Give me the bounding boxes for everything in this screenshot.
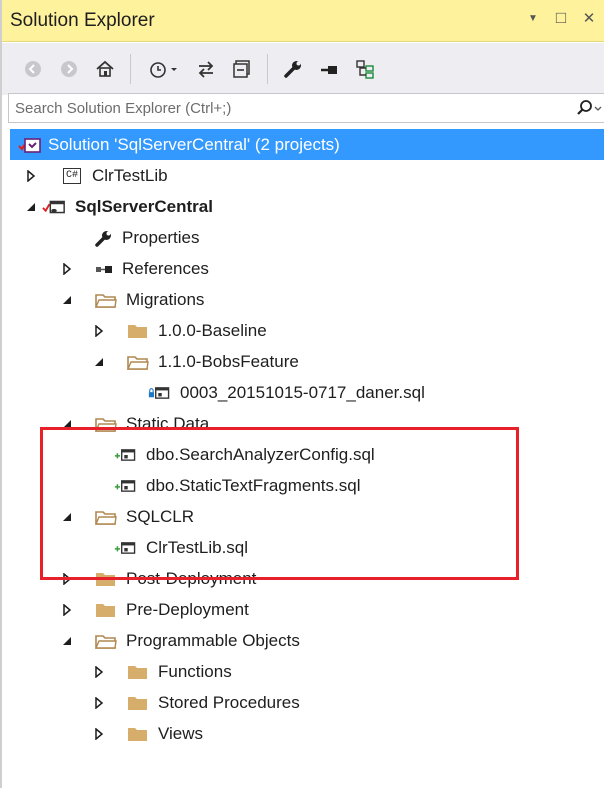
window-controls: ▼ □ ✕ xyxy=(524,8,598,27)
tree-item-label: ClrTestLib xyxy=(92,165,168,185)
tree-item-views[interactable]: Views xyxy=(2,718,604,749)
tree-item-solution[interactable]: Solution 'SqlServerCentral' (2 projects) xyxy=(10,129,604,160)
collapse-arrow-icon[interactable] xyxy=(24,200,38,214)
expand-arrow-icon[interactable] xyxy=(60,603,74,617)
tree-item-label: Programmable Objects xyxy=(126,630,300,650)
folder-icon xyxy=(126,724,150,744)
tree-item-sqlclr[interactable]: SQLCLR xyxy=(2,501,604,532)
tree-item-bobsfeature[interactable]: 1.1.0-BobsFeature xyxy=(2,346,604,377)
tree-item-label: 1.0.0-Baseline xyxy=(158,320,267,340)
search-icon[interactable] xyxy=(571,94,604,122)
csharp-project-icon: C# xyxy=(60,166,84,186)
tree-item-label: ClrTestLib.sql xyxy=(146,537,249,557)
title-bar: Solution Explorer ▼ □ ✕ xyxy=(2,0,604,42)
dropdown-icon[interactable]: ▼ xyxy=(524,9,542,27)
solution-explorer-panel: Solution Explorer ▼ □ ✕ Search Solution … xyxy=(0,0,604,788)
collapse-arrow-icon[interactable] xyxy=(60,417,74,431)
toolbar-separator xyxy=(130,54,131,84)
tree-item-functions[interactable]: Functions xyxy=(2,656,604,687)
expand-arrow-icon[interactable] xyxy=(24,169,38,183)
tree-item-pre-deployment[interactable]: Pre-Deployment xyxy=(2,594,604,625)
home-icon[interactable] xyxy=(88,52,122,86)
folder-icon xyxy=(94,600,118,620)
tree-item-static-data[interactable]: Static Data xyxy=(2,408,604,439)
locked-sql-file-icon xyxy=(148,383,172,403)
toolbar-separator xyxy=(267,54,268,84)
tree-item-label: Properties xyxy=(122,227,200,247)
tree-item-static-text-fragments[interactable]: dbo.StaticTextFragments.sql xyxy=(2,470,604,501)
search-box xyxy=(8,93,604,123)
tree-item-label: SqlServerCentral xyxy=(75,196,213,216)
added-sql-file-icon xyxy=(114,476,138,496)
properties-wrench-icon[interactable] xyxy=(276,52,310,86)
tree-item-migrations[interactable]: Migrations xyxy=(2,284,604,315)
references-icon xyxy=(92,259,116,279)
collapse-arrow-icon[interactable] xyxy=(92,355,106,369)
tree-item-label: dbo.StaticTextFragments.sql xyxy=(146,475,361,495)
tree-item-migration-file[interactable]: 0003_20151015-0717_daner.sql xyxy=(2,377,604,408)
tree-item-label: 1.1.0-BobsFeature xyxy=(158,351,299,371)
pending-changes-icon[interactable] xyxy=(312,52,346,86)
sync-icon[interactable] xyxy=(189,52,223,86)
tree-item-sqlservercentral-project[interactable]: SqlServerCentral xyxy=(2,191,604,222)
expand-arrow-icon[interactable] xyxy=(92,324,106,338)
folder-icon xyxy=(94,569,118,589)
folder-open-icon xyxy=(94,414,118,434)
folder-open-icon xyxy=(94,507,118,527)
tree-item-label: dbo.SearchAnalyzerConfig.sql xyxy=(146,444,375,464)
folder-icon xyxy=(126,321,150,341)
tree-item-clrtestlib-project[interactable]: C# ClrTestLib xyxy=(2,160,604,191)
tree-item-post-deployment[interactable]: Post-Deployment xyxy=(2,563,604,594)
tree-item-label: Migrations xyxy=(126,289,205,309)
tree-item-baseline[interactable]: 1.0.0-Baseline xyxy=(2,315,604,346)
expand-arrow-icon[interactable] xyxy=(60,262,74,276)
show-all-files-icon[interactable] xyxy=(348,52,382,86)
tree-item-label: Stored Procedures xyxy=(158,692,300,712)
solution-tree: Solution 'SqlServerCentral' (2 projects)… xyxy=(2,129,604,749)
forward-icon[interactable] xyxy=(52,52,86,86)
history-icon[interactable] xyxy=(139,52,187,86)
search-input[interactable] xyxy=(9,98,571,118)
panel-title: Solution Explorer xyxy=(10,9,155,31)
tree-item-label: 0003_20151015-0717_daner.sql xyxy=(180,382,425,402)
expand-arrow-icon[interactable] xyxy=(92,665,106,679)
tree-item-label: References xyxy=(122,258,209,278)
expand-arrow-icon[interactable] xyxy=(92,727,106,741)
tree-item-programmable-objects[interactable]: Programmable Objects xyxy=(2,625,604,656)
tree-item-label: Solution 'SqlServerCentral' (2 projects) xyxy=(48,134,340,154)
expand-arrow-icon[interactable] xyxy=(60,572,74,586)
folder-icon xyxy=(126,662,150,682)
folder-open-icon xyxy=(94,631,118,651)
back-icon[interactable] xyxy=(16,52,50,86)
added-sql-file-icon xyxy=(114,445,138,465)
solution-icon xyxy=(18,135,42,155)
maximize-icon[interactable]: □ xyxy=(552,8,570,27)
collapse-arrow-icon[interactable] xyxy=(60,293,74,307)
tree-item-search-analyzer-config[interactable]: dbo.SearchAnalyzerConfig.sql xyxy=(2,439,604,470)
tree-item-label: Functions xyxy=(158,661,232,681)
database-project-icon xyxy=(42,197,66,217)
wrench-icon xyxy=(92,228,116,248)
tree-item-label: Post-Deployment xyxy=(126,568,257,588)
close-icon[interactable]: ✕ xyxy=(580,9,598,27)
tree-item-label: Pre-Deployment xyxy=(126,599,249,619)
tree-item-properties[interactable]: Properties xyxy=(2,222,604,253)
tree-item-label: Static Data xyxy=(126,413,210,433)
folder-open-icon xyxy=(126,352,150,372)
collapse-all-icon[interactable] xyxy=(225,52,259,86)
tree-item-references[interactable]: References xyxy=(2,253,604,284)
toolbar xyxy=(2,43,604,95)
tree-item-label: Views xyxy=(158,723,204,743)
folder-open-icon xyxy=(94,290,118,310)
folder-icon xyxy=(126,693,150,713)
tree-item-stored-procedures[interactable]: Stored Procedures xyxy=(2,687,604,718)
tree-item-clrtestlib-sql[interactable]: ClrTestLib.sql xyxy=(2,532,604,563)
expand-arrow-icon[interactable] xyxy=(92,696,106,710)
tree-item-label: SQLCLR xyxy=(126,506,195,526)
added-sql-file-icon xyxy=(114,538,138,558)
collapse-arrow-icon[interactable] xyxy=(60,510,74,524)
csharp-badge: C# xyxy=(62,167,81,184)
collapse-arrow-icon[interactable] xyxy=(60,634,74,648)
